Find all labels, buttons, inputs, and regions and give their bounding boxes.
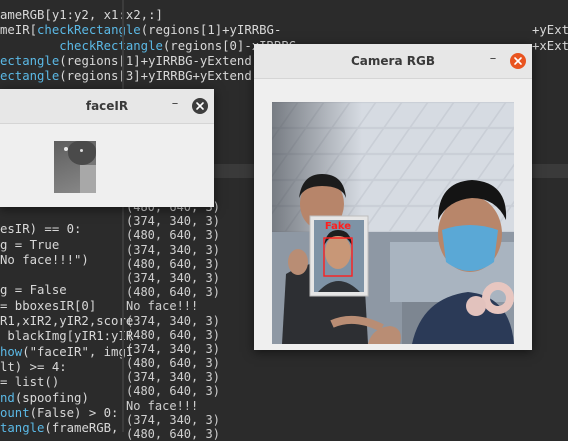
terminal-line: (374, 340, 3) xyxy=(126,412,220,427)
terminal-line: (480, 640, 3) xyxy=(126,356,220,371)
code-token: nd xyxy=(0,390,15,405)
code-token: No face!!!") xyxy=(0,252,89,267)
terminal-line: (480, 640, 3) xyxy=(126,228,220,243)
terminal-line: No face!!! xyxy=(126,299,199,314)
code-token: esIR) == 0: xyxy=(0,222,82,237)
code-token: tangle xyxy=(0,421,45,436)
code-token: = bboxesIR[0] xyxy=(0,298,97,313)
terminal-line: (374, 340, 3) xyxy=(126,341,220,356)
terminal-line: (374, 340, 3) xyxy=(126,242,220,257)
close-button[interactable] xyxy=(510,53,526,69)
terminal-line: (480, 640, 3) xyxy=(126,384,220,399)
terminal-line: No face!!! xyxy=(126,398,199,413)
close-button[interactable] xyxy=(192,98,208,114)
code-token: (regions[1]+yIRRBG-yExtend) xyxy=(59,53,260,68)
camera-rgb-window[interactable]: Camera RGB – Fake xyxy=(254,44,532,350)
panel-divider[interactable] xyxy=(122,0,124,432)
terminal-line: (374, 340, 3) xyxy=(126,370,220,385)
detection-label: Fake xyxy=(325,221,351,232)
terminal-line: (480, 640, 3) xyxy=(126,285,220,300)
minimize-button[interactable]: – xyxy=(486,52,500,67)
terminal-output: (480, 640, 3) (374, 340, 3) (480, 640, 3)(… xyxy=(126,200,266,441)
code-token: (frameRGB, xyxy=(44,421,119,436)
terminal-line: (374, 340, 3) xyxy=(126,270,220,285)
face-ir-image xyxy=(54,141,96,193)
code-token: how xyxy=(0,344,23,359)
code-token: blackImg[yIR1:yIR xyxy=(0,329,134,344)
camera-titlebar[interactable]: Camera RGB – xyxy=(254,44,532,79)
camera-scene: Fake xyxy=(272,102,514,344)
terminal-line: (374, 340, 3) xyxy=(126,214,220,229)
code-token: (regions[1]+yIRRBG- xyxy=(140,23,282,38)
code-token: (regions[3]+yIRRBG+yExtend) xyxy=(59,69,260,84)
code-token: g = False xyxy=(0,283,67,298)
terminal-line: (480, 640, 3) xyxy=(126,327,220,342)
code-token: meIR[ xyxy=(0,23,38,38)
face-ir-titlebar[interactable]: faceIR – xyxy=(0,89,214,124)
close-icon xyxy=(196,102,204,110)
code-line-fragment: +xExt xyxy=(532,38,568,53)
code-token: (False) > 0: xyxy=(29,405,119,420)
terminal-line: (480, 640, 3) xyxy=(126,427,220,441)
panel-separator-strip xyxy=(214,164,254,178)
code-line: No face!!!") xyxy=(0,251,89,269)
code-token: R1,xIR2,yIR2,score xyxy=(0,314,134,328)
code-token: (spoofing) xyxy=(14,390,89,405)
code-token: = list() xyxy=(0,375,60,390)
code-token: checkRectangle xyxy=(59,38,163,53)
close-icon xyxy=(514,57,522,65)
code-token: lt) >= 4: xyxy=(0,359,67,374)
code-line: tangle(frameRGB, xyxy=(0,419,118,437)
code-token: ectangle xyxy=(0,69,60,84)
face-ir-window[interactable]: faceIR – xyxy=(0,89,214,207)
camera-feed-image: Fake xyxy=(272,102,514,344)
code-token: checkRectangle xyxy=(37,23,141,38)
terminal-line: (480, 640, 3) xyxy=(126,256,220,271)
minimize-button[interactable]: – xyxy=(168,97,182,112)
code-token: ount xyxy=(0,405,30,420)
code-token: ("faceIR", imgI xyxy=(22,344,134,359)
terminal-line: (374, 340, 3) xyxy=(126,313,220,328)
code-token: ameRGB[y1:y2, x1:x2,:] xyxy=(0,8,163,22)
panel-separator-strip-right xyxy=(532,164,568,178)
code-token: ectangle xyxy=(0,53,60,68)
code-token: g = True xyxy=(0,237,60,252)
